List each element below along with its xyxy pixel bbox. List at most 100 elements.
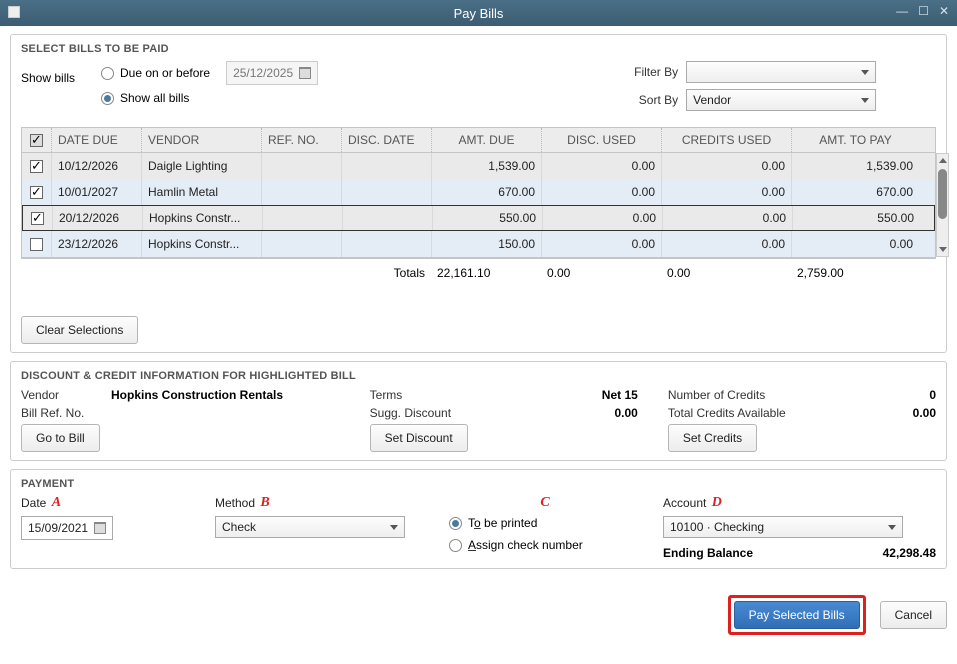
- clear-selections-button[interactable]: Clear Selections: [21, 316, 138, 344]
- payment-account-value: 10100 · Checking: [670, 520, 880, 534]
- cell-amt-to-pay: 1,539.00: [792, 153, 919, 179]
- table-row[interactable]: 10/01/2027 Hamlin Metal 670.00 0.00 0.00…: [22, 179, 935, 205]
- col-credits-used[interactable]: CREDITS USED: [662, 128, 792, 152]
- cell-credits-used: 0.00: [662, 231, 792, 257]
- vendor-label: Vendor: [21, 388, 111, 402]
- calendar-icon[interactable]: [94, 522, 106, 534]
- totals-amt-to-pay: 2,759.00: [791, 266, 918, 280]
- cell-credits-used: 0.00: [663, 206, 793, 230]
- cell-amt-due: 150.00: [432, 231, 542, 257]
- cell-amt-due: 670.00: [432, 179, 542, 205]
- cell-amt-to-pay: 550.00: [793, 206, 920, 230]
- payment-account-select[interactable]: 10100 · Checking: [663, 516, 903, 538]
- col-disc-used[interactable]: DISC. USED: [542, 128, 662, 152]
- sort-by-select[interactable]: Vendor: [686, 89, 876, 111]
- col-date-due[interactable]: DATE DUE: [52, 128, 142, 152]
- row-checkbox[interactable]: [30, 186, 43, 199]
- close-button[interactable]: ✕: [939, 4, 949, 18]
- totals-amt-due: 22,161.10: [431, 266, 541, 280]
- total-credits-label: Total Credits Available: [668, 406, 786, 420]
- annotation-letter-a: A: [52, 495, 61, 510]
- payment-account-label: Account: [663, 496, 706, 510]
- col-amt-due[interactable]: AMT. DUE: [432, 128, 542, 152]
- totals-row: Totals 22,161.10 0.00 0.00 2,759.00: [21, 258, 936, 286]
- due-date-input: 25/12/2025: [226, 61, 318, 85]
- select-all-checkbox[interactable]: [30, 134, 43, 147]
- cell-vendor: Hopkins Constr...: [142, 231, 262, 257]
- billref-label: Bill Ref. No.: [21, 406, 111, 420]
- cell-disc-used: 0.00: [543, 206, 663, 230]
- show-bills-label: Show bills: [21, 61, 101, 117]
- radio-all-label: Show all bills: [120, 91, 189, 105]
- terms-value: Net 15: [602, 388, 638, 402]
- totals-label: Totals: [351, 266, 431, 280]
- minimize-button[interactable]: —: [896, 4, 908, 18]
- radio-due-on-or-before[interactable]: [101, 67, 114, 80]
- annotation-letter-c: C: [540, 495, 549, 510]
- filter-by-select[interactable]: [686, 61, 876, 83]
- ending-balance-value: 42,298.48: [883, 546, 936, 560]
- set-discount-button[interactable]: Set Discount: [370, 424, 468, 452]
- radio-to-be-printed-label: To be printed: [468, 516, 537, 530]
- col-amt-to-pay[interactable]: AMT. TO PAY: [792, 128, 919, 152]
- payment-date-label: Date: [21, 496, 46, 510]
- chevron-down-icon: [861, 70, 869, 75]
- bills-table: DATE DUE VENDOR REF. NO. DISC. DATE AMT.…: [21, 127, 936, 286]
- go-to-bill-button[interactable]: Go to Bill: [21, 424, 100, 452]
- payment-method-select[interactable]: Check: [215, 516, 405, 538]
- table-row[interactable]: 10/12/2026 Daigle Lighting 1,539.00 0.00…: [22, 153, 935, 179]
- cell-vendor: Daigle Lighting: [142, 153, 262, 179]
- col-vendor[interactable]: VENDOR: [142, 128, 262, 152]
- cell-disc-date: [343, 206, 433, 230]
- payment-method-label: Method: [215, 496, 255, 510]
- payment-date-value: 15/09/2021: [28, 521, 88, 535]
- dialog-footer: Pay Selected Bills Cancel: [0, 587, 957, 647]
- radio-to-be-printed[interactable]: [449, 517, 462, 530]
- radio-assign-check-label: Assign check number: [468, 538, 583, 552]
- vendor-value: Hopkins Construction Rentals: [111, 388, 283, 402]
- payment-panel: PAYMENT Date A 15/09/2021 Method B Check: [10, 469, 947, 569]
- filter-by-label: Filter By: [618, 65, 678, 79]
- sugg-discount-label: Sugg. Discount: [370, 406, 470, 420]
- chevron-down-icon: [888, 525, 896, 530]
- row-checkbox[interactable]: [30, 238, 43, 251]
- col-disc-date[interactable]: DISC. DATE: [342, 128, 432, 152]
- radio-show-all-bills[interactable]: [101, 92, 114, 105]
- cell-date-due: 23/12/2026: [52, 231, 142, 257]
- annotation-letter-d: D: [712, 495, 722, 510]
- bills-table-header: DATE DUE VENDOR REF. NO. DISC. DATE AMT.…: [21, 127, 936, 153]
- num-credits-label: Number of Credits: [668, 388, 765, 402]
- row-checkbox[interactable]: [30, 160, 43, 173]
- cell-ref: [262, 179, 342, 205]
- chevron-down-icon: [390, 525, 398, 530]
- discount-heading: DISCOUNT & CREDIT INFORMATION FOR HIGHLI…: [21, 370, 936, 382]
- maximize-button[interactable]: ☐: [918, 4, 929, 18]
- scroll-thumb[interactable]: [938, 169, 947, 219]
- row-checkbox[interactable]: [31, 212, 44, 225]
- chevron-down-icon: [861, 98, 869, 103]
- set-credits-button[interactable]: Set Credits: [668, 424, 757, 452]
- cell-credits-used: 0.00: [662, 179, 792, 205]
- sort-by-value: Vendor: [693, 93, 853, 107]
- table-row[interactable]: 23/12/2026 Hopkins Constr... 150.00 0.00…: [22, 231, 935, 257]
- cell-vendor: Hopkins Constr...: [143, 206, 263, 230]
- window-title: Pay Bills: [0, 6, 957, 21]
- payment-date-input[interactable]: 15/09/2021: [21, 516, 113, 540]
- total-credits-value: 0.00: [913, 406, 936, 420]
- table-row[interactable]: 20/12/2026 Hopkins Constr... 550.00 0.00…: [22, 205, 935, 231]
- col-ref-no[interactable]: REF. NO.: [262, 128, 342, 152]
- cell-date-due: 10/12/2026: [52, 153, 142, 179]
- cell-amt-due: 550.00: [433, 206, 543, 230]
- scroll-down-icon[interactable]: [937, 243, 948, 256]
- title-bar: Pay Bills — ☐ ✕: [0, 0, 957, 26]
- totals-disc-used: 0.00: [541, 266, 661, 280]
- scroll-up-icon[interactable]: [937, 154, 948, 167]
- radio-assign-check-number[interactable]: [449, 539, 462, 552]
- cell-disc-date: [342, 231, 432, 257]
- cancel-button[interactable]: Cancel: [880, 601, 947, 629]
- terms-label: Terms: [370, 388, 470, 402]
- table-scrollbar[interactable]: [936, 153, 949, 257]
- select-bills-panel: SELECT BILLS TO BE PAID Show bills Due o…: [10, 34, 947, 353]
- totals-credits-used: 0.00: [661, 266, 791, 280]
- pay-selected-bills-button[interactable]: Pay Selected Bills: [734, 601, 860, 629]
